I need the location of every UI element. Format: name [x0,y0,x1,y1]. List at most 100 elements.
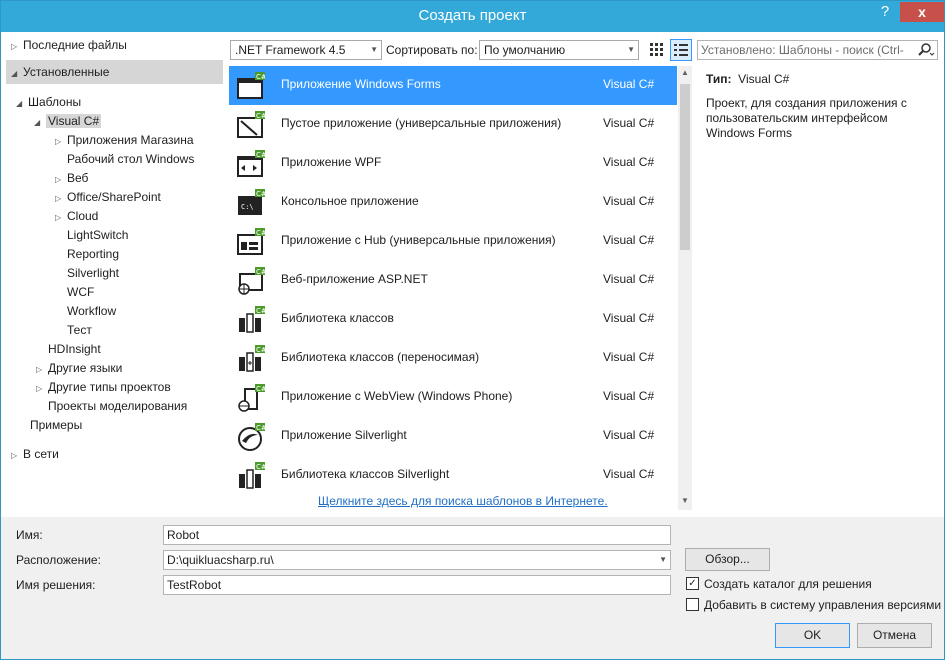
template-row-winforms[interactable]: C# Приложение Windows FormsVisual C# [229,66,677,105]
create-directory-label: Создать каталог для решения [704,577,872,591]
browse-button[interactable]: Обзор... [685,548,770,571]
portable-library-icon: C# [239,345,265,372]
tree-item-templates[interactable]: ◢ Шаблоны [16,93,81,112]
tree-item-recent[interactable]: ▷ Последние файлы [11,36,127,55]
svg-text:C#: C# [256,424,265,432]
online-templates-link[interactable]: Щелкните здесь для поиска шаблонов в Инт… [318,494,608,508]
expanded-arrow-icon: ◢ [16,99,23,108]
dialog-title: Создать проект [418,7,527,24]
framework-select[interactable]: .NET Framework 4.5 ▼ [230,40,382,60]
template-row-portable-library[interactable]: C# Библиотека классов (переносимая)Visua… [229,339,677,378]
new-project-dialog: Создать проект ? x ▷ Последние файлы ◢ Уст… [0,0,945,660]
svg-text:C#: C# [256,268,265,276]
collapsed-arrow-icon: ▷ [11,451,18,460]
type-row: Тип: Visual C# [706,72,926,87]
tree-item-hdinsight[interactable]: HDInsight [48,340,101,359]
cancel-button[interactable]: Отмена [857,623,932,648]
tree-item-web[interactable]: ▷ Веб [55,169,88,188]
scroll-down-icon[interactable]: ▼ [681,496,689,505]
template-row-wpf[interactable]: C# Приложение WPFVisual C# [229,144,677,183]
tree-item-workflow[interactable]: Workflow [67,302,116,321]
tree-item-silverlight[interactable]: Silverlight [67,264,119,283]
sort-label: Сортировать по: [386,43,478,57]
tree-item-other-types[interactable]: ▷ Другие типы проектов [36,378,171,397]
type-label: Тип: [706,72,732,86]
svg-text:C#: C# [256,73,265,81]
scroll-up-icon[interactable]: ▲ [681,68,689,77]
list-view-icon[interactable] [670,39,692,61]
name-label: Имя: [16,528,43,542]
title-bar: Создать проект ? x [1,1,944,32]
tree-item-lightswitch[interactable]: LightSwitch [67,226,128,245]
svg-text:C#: C# [256,190,265,198]
tree-item-desktop[interactable]: Рабочий стол Windows [67,150,194,169]
tree-item-visual-cs[interactable]: ◢ Visual C# [34,112,102,131]
template-row-webview[interactable]: C# Приложение с WebView (Windows Phone)V… [229,378,677,417]
template-row-blank-universal[interactable]: C# Пустое приложение (универсальные прил… [229,105,677,144]
collapsed-arrow-icon: ▷ [55,137,62,146]
sort-select[interactable]: По умолчанию ▼ [479,40,639,60]
template-info-panel: Тип: Visual C# Проект, для создания прил… [706,72,926,141]
location-label: Расположение: [16,553,101,567]
svg-text:C#: C# [256,463,265,471]
expanded-arrow-icon: ◢ [11,69,18,78]
template-row-aspnet[interactable]: C# Веб-приложение ASP.NETVisual C# [229,261,677,300]
tree-item-wcf[interactable]: WCF [67,283,94,302]
tree-item-modeling[interactable]: Проекты моделирования [48,397,187,416]
svg-text:C:\: C:\ [241,203,254,211]
search-input[interactable]: Установлено: Шаблоны - поиск (Ctrl- [697,40,938,60]
solution-name-input[interactable]: TestRobot [163,575,671,595]
collapsed-arrow-icon: ▷ [11,42,18,51]
wpf-icon: C# [237,150,265,177]
type-value: Visual C# [738,72,790,86]
blank-app-icon: C# [237,111,265,138]
template-row-silverlight[interactable]: C# Приложение SilverlightVisual C# [229,417,677,456]
tree-item-online[interactable]: ▷ В сети [11,445,59,464]
tree-item-reporting[interactable]: Reporting [67,245,119,264]
windows-forms-icon: C# [237,72,265,99]
tree-item-office[interactable]: ▷ Office/SharePoint [55,188,161,207]
expanded-arrow-icon: ◢ [34,118,41,127]
tree-item-other-languages[interactable]: ▷ Другие языки [36,359,122,378]
collapsed-arrow-icon: ▷ [55,194,62,203]
location-combo[interactable]: D:\quikluacsharp.ru\ ▼ [163,550,671,570]
tree-item-samples[interactable]: Примеры [30,416,82,435]
svg-text:C#: C# [256,151,265,159]
collapsed-arrow-icon: ▷ [55,175,62,184]
svg-text:C#: C# [256,307,265,315]
class-library-icon: C# [239,306,265,333]
chevron-down-icon: ▼ [627,45,635,54]
tree-item-installed[interactable]: ◢ Установленные [11,63,109,82]
template-list-scrollbar[interactable]: ▲ ▼ [678,66,692,510]
web-app-icon: C# [238,267,265,295]
scrollbar-thumb[interactable] [680,84,690,250]
tree-item-cloud[interactable]: ▷ Cloud [55,207,98,226]
template-description: Проект, для создания приложения с пользо… [706,96,907,140]
add-source-control-checkbox[interactable] [686,598,699,611]
create-directory-checkbox[interactable]: ✓ [686,577,699,590]
search-icon[interactable] [915,41,937,59]
tree-item-test[interactable]: Тест [67,321,92,340]
webview-icon: C# [238,384,265,412]
silverlight-icon: C# [238,423,265,451]
hub-app-icon: C# [237,228,265,255]
template-row-class-library[interactable]: C# Библиотека классовVisual C# [229,300,677,339]
collapsed-arrow-icon: ▷ [55,213,62,222]
help-button[interactable]: ? [872,3,898,23]
solution-name-label: Имя решения: [16,578,96,592]
template-tree: ▷ Последние файлы ◢ Установленные ◢ Шаблоны… [1,32,223,517]
ok-button[interactable]: OK [775,623,850,648]
template-row-console[interactable]: C:\C# Консольное приложениеVisual C# [229,183,677,222]
grid-view-icon[interactable] [647,40,665,58]
tree-item-store-apps[interactable]: ▷ Приложения Магазина [55,131,194,150]
svg-text:C#: C# [256,112,265,120]
close-button[interactable]: x [900,2,944,22]
name-input[interactable]: Robot [163,525,671,545]
project-form: Имя: Robot Расположение: D:\quikluacshar… [1,517,944,659]
silverlight-library-icon: C# [239,462,265,489]
svg-text:C#: C# [256,229,265,237]
template-row-silverlight-library[interactable]: C# Библиотека классов SilverlightVisual … [229,456,677,495]
content-area: ▷ Последние файлы ◢ Установленные ◢ Шаблоны… [1,32,944,517]
template-row-hub[interactable]: C# Приложение с Hub (универсальные прило… [229,222,677,261]
collapsed-arrow-icon: ▷ [36,384,43,393]
